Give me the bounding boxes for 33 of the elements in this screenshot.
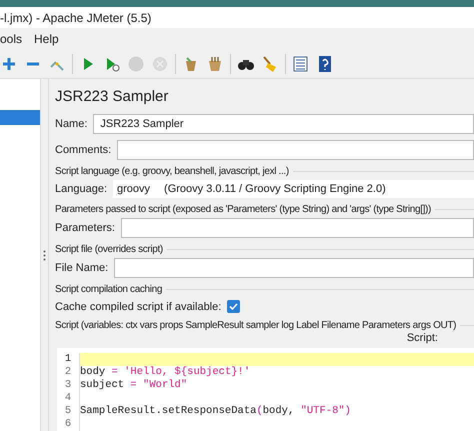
- code-line: body = 'Hello, ${subject}!': [79, 366, 474, 379]
- panel-title: JSR223 Sampler: [55, 88, 170, 105]
- file-name-field[interactable]: [114, 258, 474, 278]
- checkbox-label: Cache compiled script if available:: [55, 300, 222, 313]
- field-label: File Name:: [55, 262, 108, 274]
- code-line: subject = "World": [79, 378, 474, 392]
- parameters-field[interactable]: [120, 218, 474, 238]
- plus-icon[interactable]: [0, 55, 18, 73]
- code-line: SampleResult.setResponseData(body, "UTF-8"): [79, 404, 474, 418]
- help-icon[interactable]: [316, 55, 334, 73]
- name-field[interactable]: JSR223 Sampler: [93, 114, 474, 134]
- script-label: Script:: [406, 332, 438, 344]
- menu-item[interactable]: Help: [34, 32, 59, 46]
- section-title: Script file (overrides script): [55, 244, 163, 255]
- code-editor[interactable]: 1 2 body = 'Hello, ${subject}!' 3 subject = "World" 4 5 SampleResult.setResponseData(body, "UTF-8") 6: [57, 348, 474, 431]
- cache-checkbox[interactable]: [227, 300, 240, 314]
- section-title: Script compilation caching: [55, 284, 162, 296]
- field-label: Name:: [55, 118, 88, 130]
- window-title: -l.jmx) - Apache JMeter (5.5): [0, 10, 152, 24]
- field-label: Language:: [55, 183, 107, 196]
- broom-bucket-icon[interactable]: [206, 55, 224, 73]
- section-title: Parameters passed to script (exposed as 'Parameters' (type String) and 'args' (type String[])): [55, 204, 432, 215]
- field-label: Parameters:: [55, 222, 115, 234]
- language-dropdown[interactable]: groovy (Groovy 3.0.11 / Groovy Scripting Engine 2.0): [113, 180, 474, 198]
- list-icon[interactable]: [292, 55, 310, 73]
- line-number: 1: [57, 352, 79, 366]
- section-title: Script (variables: ctx vars props SampleResult sampler log Label Filename Parameters args OUT): [55, 320, 456, 332]
- comments-field[interactable]: [117, 140, 474, 160]
- grip-icon[interactable]: [43, 250, 46, 260]
- menu-item[interactable]: ools: [0, 32, 22, 46]
- broom-icon[interactable]: [261, 55, 279, 73]
- field-label: Comments:: [55, 144, 112, 156]
- section-title: Script language (e.g. groovy, beanshell, javascript, jexl ...): [55, 166, 289, 177]
